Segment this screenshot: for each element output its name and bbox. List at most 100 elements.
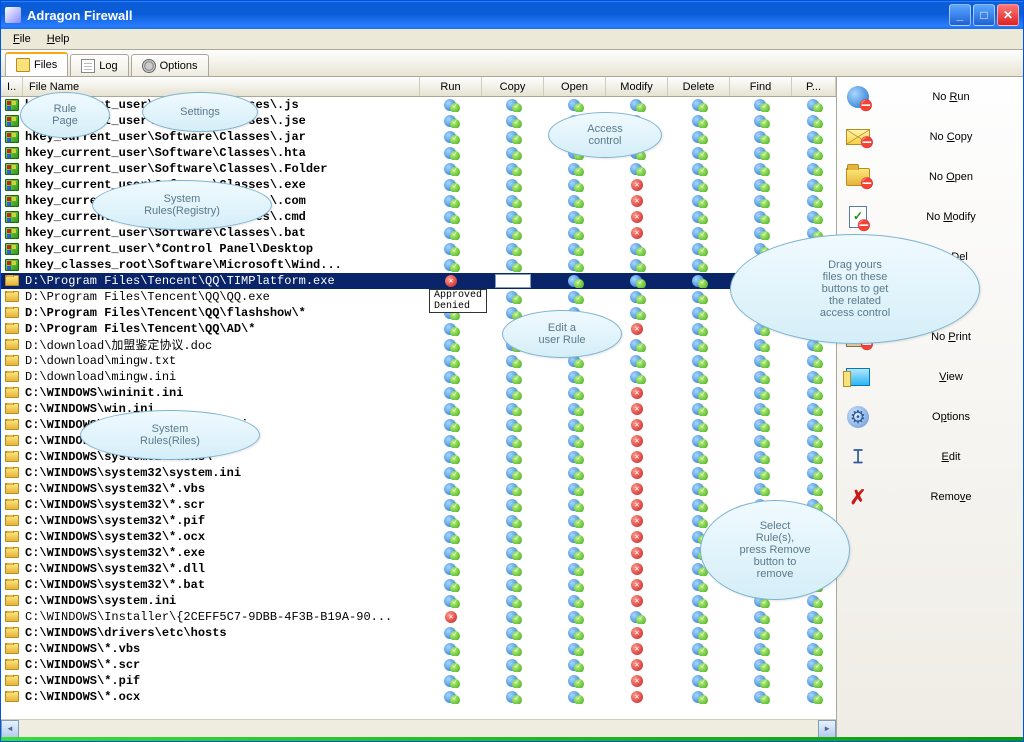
allow-icon[interactable]: [692, 146, 706, 160]
allow-icon[interactable]: [807, 402, 821, 416]
table-row[interactable]: C:\WINDOWS\*.scr: [1, 657, 836, 673]
minimize-button[interactable]: _: [949, 4, 971, 26]
table-row[interactable]: D:\Program Files\Tencent\QQ\AD\*: [1, 321, 836, 337]
allow-icon[interactable]: [754, 178, 768, 192]
allow-icon[interactable]: [568, 626, 582, 640]
allow-icon[interactable]: [692, 258, 706, 272]
allow-icon[interactable]: [754, 562, 768, 576]
allow-icon[interactable]: [754, 370, 768, 384]
allow-icon[interactable]: [807, 434, 821, 448]
allow-icon[interactable]: [568, 354, 582, 368]
allow-icon[interactable]: [807, 498, 821, 512]
allow-icon[interactable]: [506, 258, 520, 272]
allow-icon[interactable]: [807, 242, 821, 256]
remove-button[interactable]: ✗RemoveRemove: [839, 481, 1021, 513]
allow-icon[interactable]: [692, 530, 706, 544]
allow-icon[interactable]: [506, 690, 520, 704]
table-row[interactable]: C:\WINDOWS\system.ini: [1, 593, 836, 609]
table-row[interactable]: C:\WINDOWS\system32\system.ini: [1, 465, 836, 481]
table-row[interactable]: C:\WINDOWS\Installer\{2CEFF5C7-9DBB-4F3B…: [1, 609, 836, 625]
allow-icon[interactable]: [754, 114, 768, 128]
allow-icon[interactable]: [568, 194, 582, 208]
allow-icon[interactable]: [754, 98, 768, 112]
allow-icon[interactable]: [692, 274, 706, 288]
deny-icon[interactable]: [444, 274, 458, 288]
allow-icon[interactable]: [444, 402, 458, 416]
deny-icon[interactable]: [630, 194, 644, 208]
table-row[interactable]: C:\WINDOWS\*.vbs: [1, 641, 836, 657]
allow-icon[interactable]: [568, 290, 582, 304]
no-copy-button[interactable]: No CopyNo Copy: [839, 121, 1021, 153]
deny-icon[interactable]: [630, 690, 644, 704]
no-find-button[interactable]: No FindNo Find: [839, 281, 1021, 313]
allow-icon[interactable]: [807, 290, 821, 304]
allow-icon[interactable]: [444, 530, 458, 544]
deny-icon[interactable]: [444, 610, 458, 624]
no-open-button[interactable]: No OpenNo Open: [839, 161, 1021, 193]
allow-icon[interactable]: [506, 98, 520, 112]
allow-icon[interactable]: [630, 354, 644, 368]
table-row[interactable]: hkey_current_user\Software\Classes\.jar: [1, 129, 836, 145]
table-row[interactable]: D:\download\mingw.ini: [1, 369, 836, 385]
allow-icon[interactable]: [568, 418, 582, 432]
allow-icon[interactable]: [444, 690, 458, 704]
allow-icon[interactable]: [807, 386, 821, 400]
allow-icon[interactable]: [692, 546, 706, 560]
allow-icon[interactable]: [568, 530, 582, 544]
allow-icon[interactable]: [807, 562, 821, 576]
allow-icon[interactable]: [754, 130, 768, 144]
allow-icon[interactable]: [807, 514, 821, 528]
table-row[interactable]: hkey_current_user\Software\Classes\.com: [1, 193, 836, 209]
allow-icon[interactable]: [506, 322, 520, 336]
allow-icon[interactable]: [444, 194, 458, 208]
allow-icon[interactable]: [506, 114, 520, 128]
allow-icon[interactable]: [692, 466, 706, 480]
col-find[interactable]: Find: [730, 77, 792, 96]
status-dropdown[interactable]: Approved Denied: [429, 289, 487, 313]
dropdown-approved[interactable]: Approved: [430, 290, 486, 301]
allow-icon[interactable]: [807, 354, 821, 368]
allow-icon[interactable]: [506, 306, 520, 320]
allow-icon[interactable]: [692, 210, 706, 224]
table-row[interactable]: hkey_current_user\Software\Classes\.bat: [1, 225, 836, 241]
allow-icon[interactable]: [506, 498, 520, 512]
close-button[interactable]: ✕: [997, 4, 1019, 26]
options-button[interactable]: OptionsOptions: [839, 401, 1021, 433]
allow-icon[interactable]: [692, 338, 706, 352]
table-row[interactable]: C:\WINDOWS\win.ini: [1, 401, 836, 417]
allow-icon[interactable]: [692, 386, 706, 400]
allow-icon[interactable]: [568, 578, 582, 592]
allow-icon[interactable]: [506, 210, 520, 224]
table-row[interactable]: C:\WINDOWS\wininit.ini: [1, 385, 836, 401]
allow-icon[interactable]: [630, 130, 644, 144]
allow-icon[interactable]: [692, 290, 706, 304]
allow-icon[interactable]: [807, 642, 821, 656]
table-row[interactable]: C:\WINDOWS\system32\*.exe: [1, 545, 836, 561]
allow-icon[interactable]: [630, 242, 644, 256]
allow-icon[interactable]: [807, 450, 821, 464]
allow-icon[interactable]: [444, 210, 458, 224]
allow-icon[interactable]: [506, 354, 520, 368]
table-row[interactable]: C:\WINDOWS\system32\*.bat: [1, 577, 836, 593]
allow-icon[interactable]: [807, 258, 821, 272]
allow-icon[interactable]: [506, 290, 520, 304]
allow-icon[interactable]: [444, 482, 458, 496]
allow-icon[interactable]: [692, 242, 706, 256]
allow-icon[interactable]: [754, 658, 768, 672]
maximize-button[interactable]: □: [973, 4, 995, 26]
table-row[interactable]: hkey_classes_root\Software\Microsoft\Win…: [1, 257, 836, 273]
allow-icon[interactable]: [506, 146, 520, 160]
allow-icon[interactable]: [692, 306, 706, 320]
allow-icon[interactable]: [506, 386, 520, 400]
allow-icon[interactable]: [568, 162, 582, 176]
menu-help[interactable]: HHelpelp: [41, 32, 76, 46]
allow-icon[interactable]: [692, 594, 706, 608]
allow-icon[interactable]: [506, 610, 520, 624]
allow-icon[interactable]: [506, 450, 520, 464]
allow-icon[interactable]: [692, 130, 706, 144]
allow-icon[interactable]: [807, 322, 821, 336]
table-row[interactable]: C:\WINDOWS\system32\*.vbs: [1, 481, 836, 497]
allow-icon[interactable]: [568, 130, 582, 144]
table-row[interactable]: hkey_current_user\Software\Classes\.hta: [1, 145, 836, 161]
table-row[interactable]: hkey_current_user\Software\Classes\.exe: [1, 177, 836, 193]
